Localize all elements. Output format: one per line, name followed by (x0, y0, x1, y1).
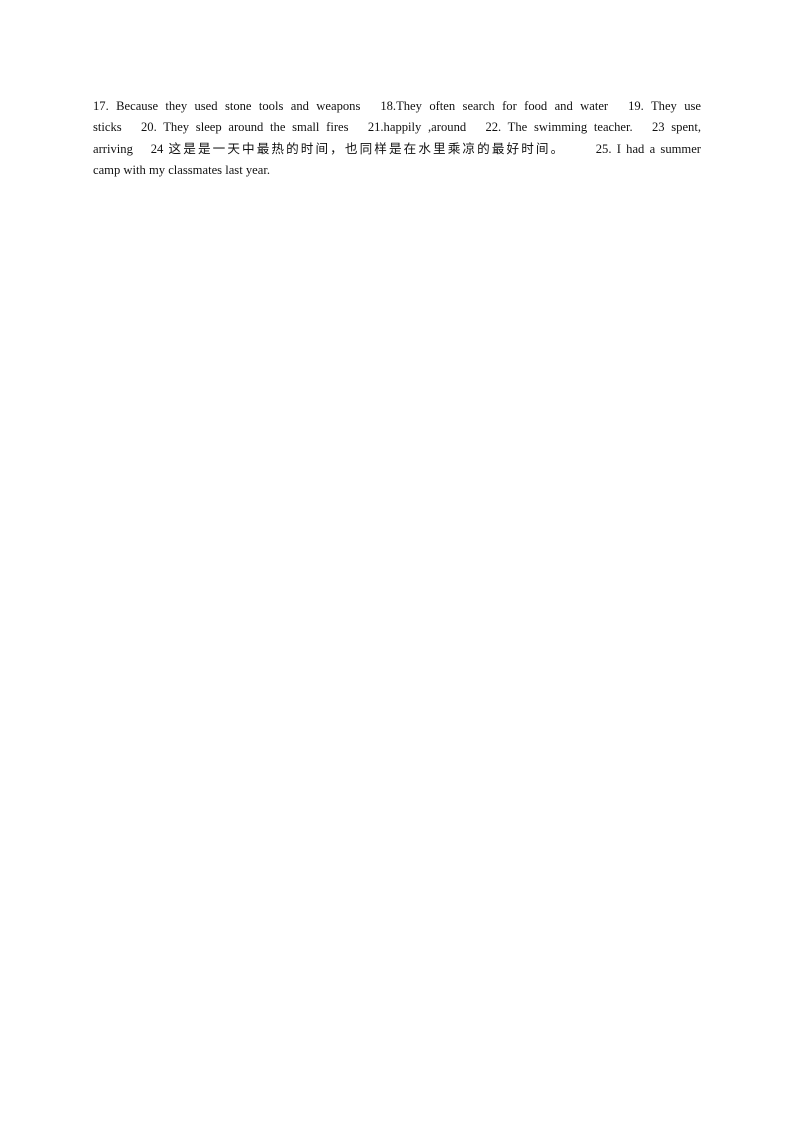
text-line-1: 17. Because they used stone tools and we… (93, 99, 701, 113)
text-line-4: camp with my classmates last year. (93, 162, 270, 177)
answer-key-paragraph: 17. Because they used stone tools and we… (93, 96, 701, 181)
text-line-2: sticks 20. They sleep around the small f… (93, 120, 701, 135)
text-line-3: arriving 24 这是是一天中最热的时间，也同样是在水里乘凉的最好时间。 … (93, 141, 701, 156)
